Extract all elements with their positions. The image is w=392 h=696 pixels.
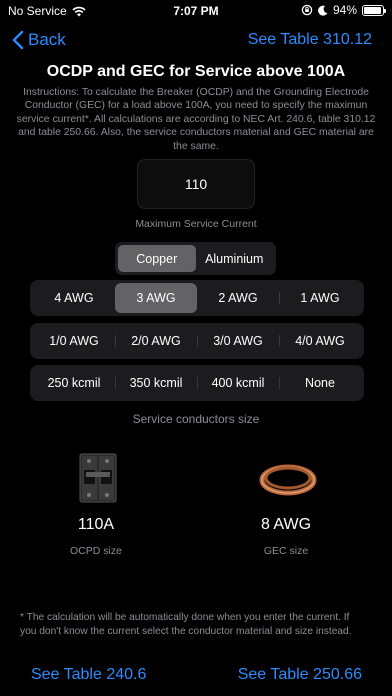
back-label: Back [28, 30, 66, 49]
battery-icon [362, 4, 386, 16]
breaker-icon [79, 453, 117, 503]
footnote-text: * The calculation will be automatically … [20, 612, 352, 637]
conductor-size-label: Service conductors size [132, 412, 260, 426]
size-option[interactable]: 3/0 AWG [197, 326, 279, 356]
ocpd-value: 110A [77, 516, 115, 533]
size-option[interactable]: None [279, 368, 361, 398]
size-option[interactable]: 4 AWG [33, 283, 115, 313]
ocpd-label: OCPD size [70, 545, 122, 557]
size-option-selected[interactable]: 3 AWG [115, 283, 197, 313]
chevron-left-icon [12, 30, 24, 50]
status-bar: No Service 7:07 PM 94% [0, 0, 392, 22]
size-row-2: 1/0 AWG 2/0 AWG 3/0 AWG 4/0 AWG [30, 323, 364, 359]
back-button[interactable]: Back [12, 30, 66, 50]
size-option[interactable]: 4/0 AWG [279, 326, 361, 356]
material-aluminium[interactable]: Aluminium [196, 245, 274, 272]
size-option[interactable]: 250 kcmil [33, 368, 115, 398]
lock-rotation-icon [301, 4, 313, 16]
size-option[interactable]: 2 AWG [197, 283, 279, 313]
size-option[interactable]: 1/0 AWG [33, 326, 115, 356]
size-option[interactable]: 1 AWG [279, 283, 361, 313]
max-service-current-label: Maximum Service Current [135, 218, 257, 230]
material-segmented-control: Copper Aluminium [115, 242, 276, 275]
see-table-240-link[interactable]: See Table 240.6 [31, 666, 146, 684]
size-row-1: 4 AWG 3 AWG 2 AWG 1 AWG [30, 280, 364, 316]
instructions-text: Instructions: To calculate the Breaker (… [16, 87, 376, 152]
gec-value: 8 AWG [260, 516, 312, 533]
battery-percent: 94% [332, 3, 357, 17]
size-option[interactable]: 2/0 AWG [115, 326, 197, 356]
material-copper[interactable]: Copper [118, 245, 196, 272]
gec-label: GEC size [263, 545, 309, 557]
battery-fill [364, 6, 381, 14]
page-title: OCDP and GEC for Service above 100A [46, 63, 346, 80]
size-option[interactable]: 400 kcmil [197, 368, 279, 398]
size-option[interactable]: 350 kcmil [115, 368, 197, 398]
moon-icon [318, 5, 328, 16]
see-table-250-link[interactable]: See Table 250.66 [238, 666, 362, 684]
size-row-3: 250 kcmil 350 kcmil 400 kcmil None [30, 365, 364, 401]
copper-wire-coil-icon [259, 464, 317, 496]
status-right-group: 94% [301, 3, 386, 17]
max-service-current-input[interactable]: 110 [137, 159, 255, 209]
see-table-310-link[interactable]: See Table 310.12 [248, 31, 372, 49]
